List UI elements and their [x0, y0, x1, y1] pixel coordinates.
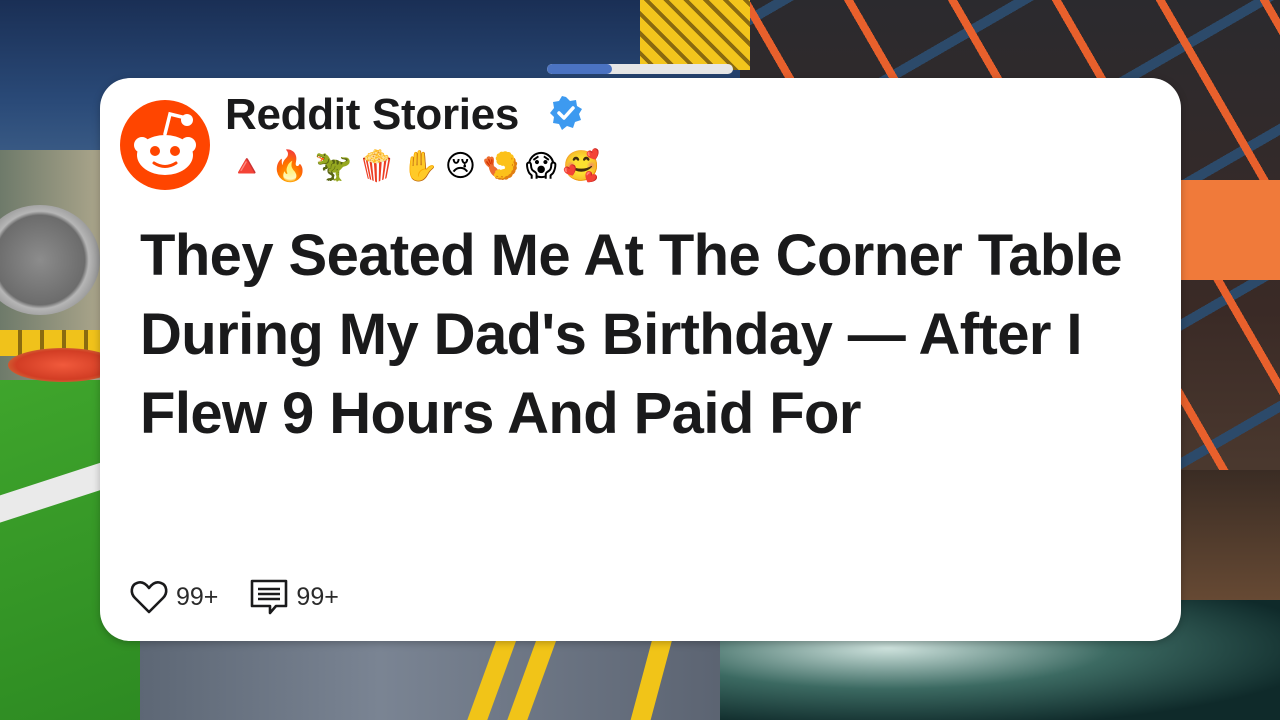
- like-count: 99+: [176, 582, 219, 611]
- comment-icon: [251, 579, 288, 615]
- reddit-avatar: [120, 100, 210, 190]
- emoji: 😢: [444, 149, 477, 184]
- video-progress-bar[interactable]: [547, 64, 733, 74]
- heart-icon: [130, 581, 168, 614]
- post-card: Reddit Stories 🔺 🔥 🦖 🍿 ✋ 😢 🍤 😱 🥰 They Se…: [100, 78, 1181, 641]
- progress-fill: [547, 64, 613, 74]
- emoji: 😱: [525, 149, 557, 184]
- emoji: 🍤: [482, 149, 520, 184]
- emoji-row: 🔺 🔥 🦖 🍿 ✋ 😢 🍤 😱 🥰: [228, 146, 600, 188]
- crane: [640, 0, 750, 70]
- emoji: 🦖: [314, 149, 353, 184]
- like-button[interactable]: 99+: [128, 576, 218, 618]
- reddit-alien-icon: [134, 111, 196, 175]
- emoji: ✋: [401, 149, 439, 184]
- verified-badge-icon: [550, 96, 582, 130]
- emoji: 🍿: [358, 149, 396, 184]
- emoji: 🔥: [271, 149, 309, 184]
- comment-count: 99+: [296, 582, 339, 611]
- emoji: 🥰: [562, 149, 601, 184]
- orange-block: [1180, 180, 1280, 280]
- comment-button[interactable]: 99+: [248, 576, 339, 618]
- emoji: 🔺: [228, 149, 266, 184]
- channel-name: Reddit Stories: [225, 90, 520, 139]
- post-title: They Seated Me At The Corner Table Durin…: [140, 223, 1123, 446]
- engagement-bar: 99+ 99+: [128, 576, 369, 618]
- rock: [1180, 470, 1280, 620]
